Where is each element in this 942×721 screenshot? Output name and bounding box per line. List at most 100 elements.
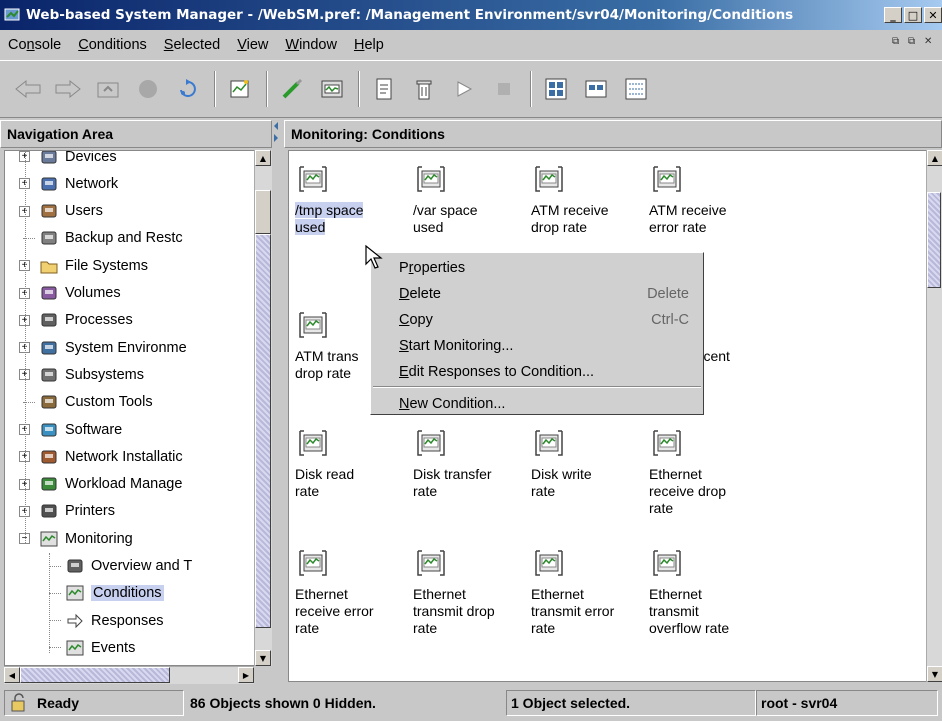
condition-label-line: Disk transfer	[413, 466, 492, 482]
stop-monitoring-button[interactable]	[488, 73, 520, 105]
tree-connector	[49, 592, 61, 594]
condition-label: Disk write rate	[531, 466, 651, 500]
find-button[interactable]	[224, 73, 256, 105]
tree-item-volumes[interactable]: Volumes	[39, 280, 121, 307]
tree-item-label: System Environme	[65, 339, 187, 356]
condition-item[interactable]: Ethernet receive error rate	[295, 549, 415, 637]
menu-console[interactable]: Console	[8, 37, 61, 53]
context-menu-edit-responses-to-condition[interactable]: Edit Responses to Condition...	[399, 359, 594, 385]
start-button[interactable]	[448, 73, 480, 105]
condition-item[interactable]: Disk read rate	[295, 429, 415, 500]
scroll-left-button[interactable]: ◀	[4, 667, 20, 683]
navigation-horizontal-scrollbar[interactable]: ◀ ▶	[4, 666, 254, 684]
tree-item-subsystems[interactable]: Subsystems	[39, 361, 144, 388]
delete-button[interactable]	[408, 73, 440, 105]
tree-item-network[interactable]: Network	[39, 170, 118, 197]
context-menu-label: Copy	[399, 312, 433, 328]
small-icons-view-button[interactable]	[580, 73, 612, 105]
scroll-right-button[interactable]: ▶	[238, 667, 254, 683]
tree-item-devices[interactable]: Devices	[39, 151, 117, 170]
context-menu-start-monitoring[interactable]: Start Monitoring...	[399, 333, 513, 359]
menu-conditions[interactable]: Conditions	[78, 37, 147, 53]
status-selected: 1 Object selected.	[511, 695, 631, 711]
condition-item[interactable]: Ethernet transmit drop rate	[413, 549, 533, 637]
horizontal-scroll-thumb[interactable]	[20, 667, 170, 683]
minimize-button[interactable]: _	[884, 7, 902, 23]
context-menu-delete[interactable]: Delete	[399, 281, 441, 307]
condition-item[interactable]: Ethernet transmit error rate	[531, 549, 651, 637]
tree-item-users[interactable]: Users	[39, 198, 103, 225]
internal-restore-icon[interactable]: ⧉	[892, 36, 906, 50]
new-condition-button[interactable]	[276, 73, 308, 105]
tree-item-events[interactable]: Events	[65, 634, 135, 661]
menu-view[interactable]: View	[237, 37, 268, 53]
tree-item-backup-and-restc[interactable]: Backup and Restc	[39, 225, 183, 252]
condition-item[interactable]: Disk transfer rate	[413, 429, 533, 500]
tree-item-label: Conditions	[91, 585, 164, 602]
condition-item[interactable]: Disk write rate	[531, 429, 651, 500]
forward-button[interactable]	[52, 73, 84, 105]
condition-label-line: /var space	[413, 202, 478, 218]
tree-item-network-installatic[interactable]: Network Installatic	[39, 443, 183, 470]
scroll-track	[255, 234, 271, 628]
scroll-down-button[interactable]: ▼	[255, 650, 271, 666]
tree-item-label: Responses	[91, 612, 164, 629]
condition-item[interactable]: Ethernet receive drop rate	[649, 429, 769, 517]
up-level-button[interactable]	[92, 73, 124, 105]
stop-button[interactable]	[132, 73, 164, 105]
condition-item[interactable]: /var space used	[413, 165, 533, 236]
condition-monitor-icon	[299, 166, 327, 192]
tree-item-file-systems[interactable]: File Systems	[39, 252, 148, 279]
context-menu-label: Start Monitoring...	[399, 338, 514, 354]
delete-icon	[416, 80, 432, 100]
tree-item-workload-manage[interactable]: Workload Manage	[39, 471, 182, 498]
condition-item[interactable]: ATM receive error rate	[649, 165, 769, 236]
maximize-button[interactable]: □	[904, 7, 922, 23]
tree-item-monitoring[interactable]: Monitoring	[39, 525, 133, 552]
properties-button[interactable]	[368, 73, 400, 105]
tree-item-system-environme[interactable]: System Environme	[39, 334, 187, 361]
tree-item-label: Overview and T	[91, 558, 193, 574]
large-icons-view-button[interactable]	[540, 73, 572, 105]
condition-label: Ethernet transmit overflow rate	[649, 586, 769, 637]
printers-icon	[41, 504, 57, 518]
condition-label-line: Ethernet	[531, 586, 584, 602]
condition-item[interactable]: Ethernet transmit overflow rate	[649, 549, 769, 637]
condition-item[interactable]: ATM receive drop rate	[531, 165, 651, 236]
tree-item-printers[interactable]: Printers	[39, 498, 115, 525]
tree-item-conditions[interactable]: Conditions	[65, 580, 164, 607]
tree-item-custom-tools[interactable]: Custom Tools	[39, 389, 153, 416]
internal-close-icon[interactable]: ✕	[924, 36, 938, 50]
context-menu-copy[interactable]: Copy	[399, 307, 433, 333]
tree-item-processes[interactable]: Processes	[39, 307, 133, 334]
context-menu-properties[interactable]: Properties	[399, 255, 465, 281]
navigation-vertical-scrollbar[interactable]: ▲ ▼	[254, 150, 272, 666]
menu-window[interactable]: Window	[285, 37, 337, 53]
scroll-up-button[interactable]: ▲	[255, 150, 271, 166]
start-icon	[457, 81, 473, 97]
close-button[interactable]: ✕	[924, 7, 942, 23]
menu-selected[interactable]: Selected	[164, 37, 220, 53]
pane-splitter[interactable]	[272, 118, 284, 686]
menu-help[interactable]: Help	[354, 37, 384, 53]
menu-bar: Console Conditions Selected View Window Help ⧉…	[0, 30, 942, 60]
monitor-button[interactable]	[316, 73, 348, 105]
scroll-thumb[interactable]	[255, 190, 271, 234]
internal-restore-icon[interactable]: ⧉	[908, 36, 922, 50]
forward-icon	[55, 79, 81, 99]
scroll-down-button[interactable]: ▼	[927, 666, 942, 682]
tree-item-overview-and-t[interactable]: Overview and T	[65, 553, 192, 580]
content-vertical-scrollbar[interactable]: ▲ ▼	[926, 150, 942, 682]
tree-item-responses[interactable]: Responses	[65, 607, 164, 634]
refresh-button[interactable]	[172, 73, 204, 105]
scroll-up-button[interactable]: ▲	[927, 150, 942, 166]
context-menu-new-condition[interactable]: New Condition...	[399, 391, 505, 417]
tree-item-software[interactable]: Software	[39, 416, 122, 443]
scroll-thumb[interactable]	[927, 192, 941, 288]
tree-connector	[49, 553, 50, 653]
back-button[interactable]	[12, 73, 44, 105]
condition-label-line: ATM trans	[295, 348, 359, 364]
details-view-button[interactable]	[620, 73, 652, 105]
condition-item[interactable]: /tmp space used	[295, 165, 415, 236]
toolbar-separator	[530, 71, 532, 107]
